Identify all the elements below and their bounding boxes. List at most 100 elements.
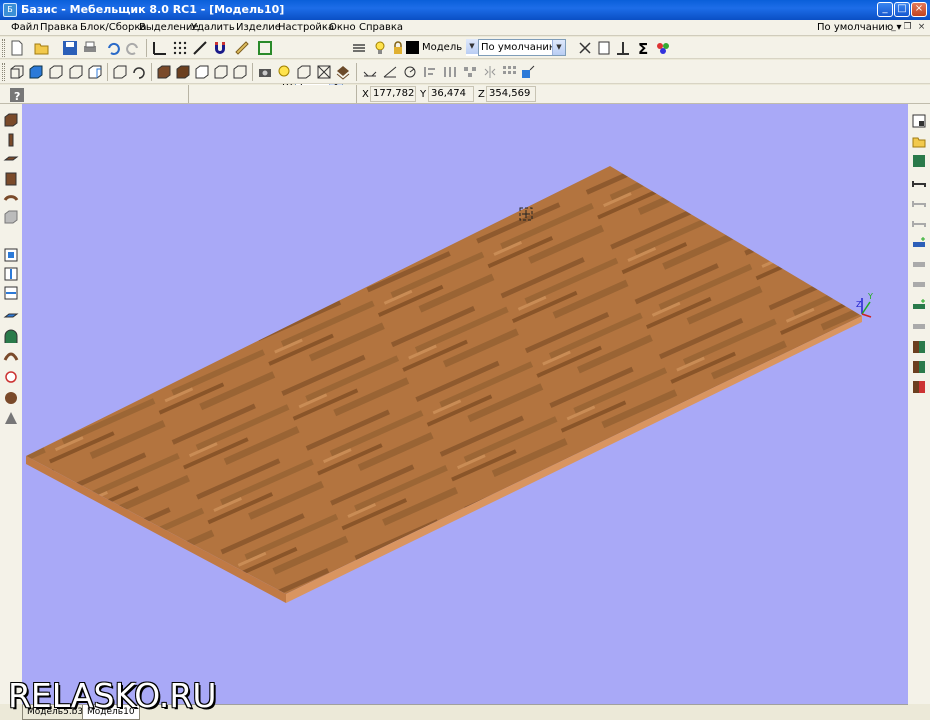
- rotate-icon[interactable]: [130, 63, 148, 81]
- view-left-icon[interactable]: [27, 63, 45, 81]
- snap-icon[interactable]: [151, 39, 169, 57]
- angle-icon[interactable]: [381, 63, 399, 81]
- material-sphere-icon[interactable]: [2, 389, 20, 407]
- hidden-lines-icon[interactable]: [212, 63, 230, 81]
- open-file-icon[interactable]: [33, 39, 51, 57]
- mdi-close-icon[interactable]: ×: [916, 22, 927, 33]
- shaded-brown-icon[interactable]: [155, 63, 173, 81]
- library-folder-icon[interactable]: [910, 132, 928, 150]
- distribute-icon[interactable]: [441, 63, 459, 81]
- app-icon[interactable]: Б: [3, 3, 17, 17]
- doors-2-icon[interactable]: [910, 358, 928, 376]
- menu-settings[interactable]: Настройка: [278, 22, 334, 33]
- view-front-icon[interactable]: [8, 63, 26, 81]
- menu-file[interactable]: Файл: [11, 22, 39, 33]
- bed-icon[interactable]: [910, 174, 928, 192]
- help-icon[interactable]: ?: [8, 86, 26, 104]
- material-combo[interactable]: По умолчанию ▼: [478, 39, 566, 56]
- fastener-icon[interactable]: [2, 367, 20, 385]
- toolbar-grip[interactable]: [2, 63, 5, 81]
- x-coord-field[interactable]: 177,782: [370, 86, 416, 102]
- minimize-button[interactable]: _: [877, 2, 893, 17]
- panel-flat-icon[interactable]: [2, 150, 20, 168]
- maximize-button[interactable]: □: [894, 2, 910, 17]
- new-file-icon[interactable]: [8, 39, 26, 57]
- outline-icon[interactable]: [231, 63, 249, 81]
- select-box-icon[interactable]: [256, 39, 274, 57]
- undo-icon[interactable]: [104, 39, 122, 57]
- sum-icon[interactable]: Σ: [635, 39, 653, 57]
- panel-horizontal-icon[interactable]: [2, 111, 20, 129]
- menu-selection[interactable]: Выделение: [139, 22, 199, 33]
- doors-3-icon[interactable]: [910, 378, 928, 396]
- menu-window[interactable]: Окно: [329, 22, 356, 33]
- menu-product[interactable]: Изделие: [236, 22, 281, 33]
- toolbar-grip[interactable]: [2, 39, 5, 57]
- align-icon[interactable]: [421, 63, 439, 81]
- board-model[interactable]: Z Y: [22, 104, 908, 704]
- arch-icon[interactable]: [2, 328, 20, 346]
- view-top-icon[interactable]: [47, 63, 65, 81]
- menu-block[interactable]: Блок/Сборка: [80, 22, 147, 33]
- edge-icon[interactable]: [614, 39, 632, 57]
- doors-icon[interactable]: [910, 338, 928, 356]
- lock-icon[interactable]: [389, 39, 407, 57]
- mirror-icon[interactable]: [481, 63, 499, 81]
- orthogonal-icon[interactable]: [191, 39, 209, 57]
- menu-edit[interactable]: Правка: [40, 22, 78, 33]
- 3d-viewport[interactable]: Z Y: [22, 104, 908, 704]
- box-outline-icon[interactable]: [295, 63, 313, 81]
- menu-delete[interactable]: Удалить: [191, 22, 235, 33]
- shelf-gray-icon[interactable]: [910, 254, 928, 272]
- horizontal-dimension-icon[interactable]: [2, 284, 20, 302]
- dimension-icon[interactable]: [361, 63, 379, 81]
- y-coord-field[interactable]: 36,474: [428, 86, 474, 102]
- fit-all-icon[interactable]: [315, 63, 333, 81]
- matrix-icon[interactable]: [500, 63, 518, 81]
- magnet-icon[interactable]: [211, 39, 229, 57]
- shaded-solid-icon[interactable]: [174, 63, 192, 81]
- panel-frontal-icon[interactable]: [2, 170, 20, 188]
- grid-icon[interactable]: [171, 39, 189, 57]
- view-iso-icon[interactable]: [86, 63, 104, 81]
- transform-icon[interactable]: [519, 63, 537, 81]
- menu-help[interactable]: Справка: [359, 22, 403, 33]
- save-icon[interactable]: [61, 39, 79, 57]
- array-icon[interactable]: [461, 63, 479, 81]
- layer-color-swatch[interactable]: [406, 41, 419, 54]
- radius-icon[interactable]: [401, 63, 419, 81]
- layer-dropdown[interactable]: ▼: [466, 39, 478, 56]
- drawer-icon[interactable]: [910, 194, 928, 212]
- close-button[interactable]: ×: [911, 2, 927, 17]
- edit-contour-icon[interactable]: [2, 246, 20, 264]
- light-icon[interactable]: [275, 63, 293, 81]
- add-shelf-icon[interactable]: [910, 234, 928, 252]
- pyramid-icon[interactable]: [2, 409, 20, 427]
- window-panel-icon[interactable]: [910, 112, 928, 130]
- mdi-restore-icon[interactable]: ❐: [902, 22, 913, 33]
- z-coord-field[interactable]: 354,569: [486, 86, 536, 102]
- color-palette-icon[interactable]: [654, 39, 672, 57]
- curved-panel-icon[interactable]: [2, 189, 20, 207]
- vertical-dimension-icon[interactable]: [2, 265, 20, 283]
- lightbulb-icon[interactable]: [371, 39, 389, 57]
- panel-icon[interactable]: [595, 39, 613, 57]
- drawer-gray-icon[interactable]: [910, 214, 928, 232]
- scissors-icon[interactable]: [576, 39, 594, 57]
- add-panel-icon[interactable]: [910, 296, 928, 314]
- measure-icon[interactable]: [233, 39, 251, 57]
- panel-gray-icon[interactable]: [910, 316, 928, 334]
- shelf-icon[interactable]: [2, 308, 20, 326]
- camera-icon[interactable]: [256, 63, 274, 81]
- wireframe-icon[interactable]: [193, 63, 211, 81]
- bent-panel-icon[interactable]: [2, 347, 20, 365]
- shelf-gray-2-icon[interactable]: [910, 274, 928, 292]
- view-right-icon[interactable]: [67, 63, 85, 81]
- zoom-window-icon[interactable]: [111, 63, 129, 81]
- layers-icon[interactable]: [350, 39, 368, 57]
- assembly-icon[interactable]: [910, 152, 928, 170]
- mdi-minimize-icon[interactable]: _: [888, 22, 899, 33]
- print-icon[interactable]: [81, 39, 99, 57]
- panel-vertical-icon[interactable]: [2, 131, 20, 149]
- redo-icon[interactable]: [124, 39, 142, 57]
